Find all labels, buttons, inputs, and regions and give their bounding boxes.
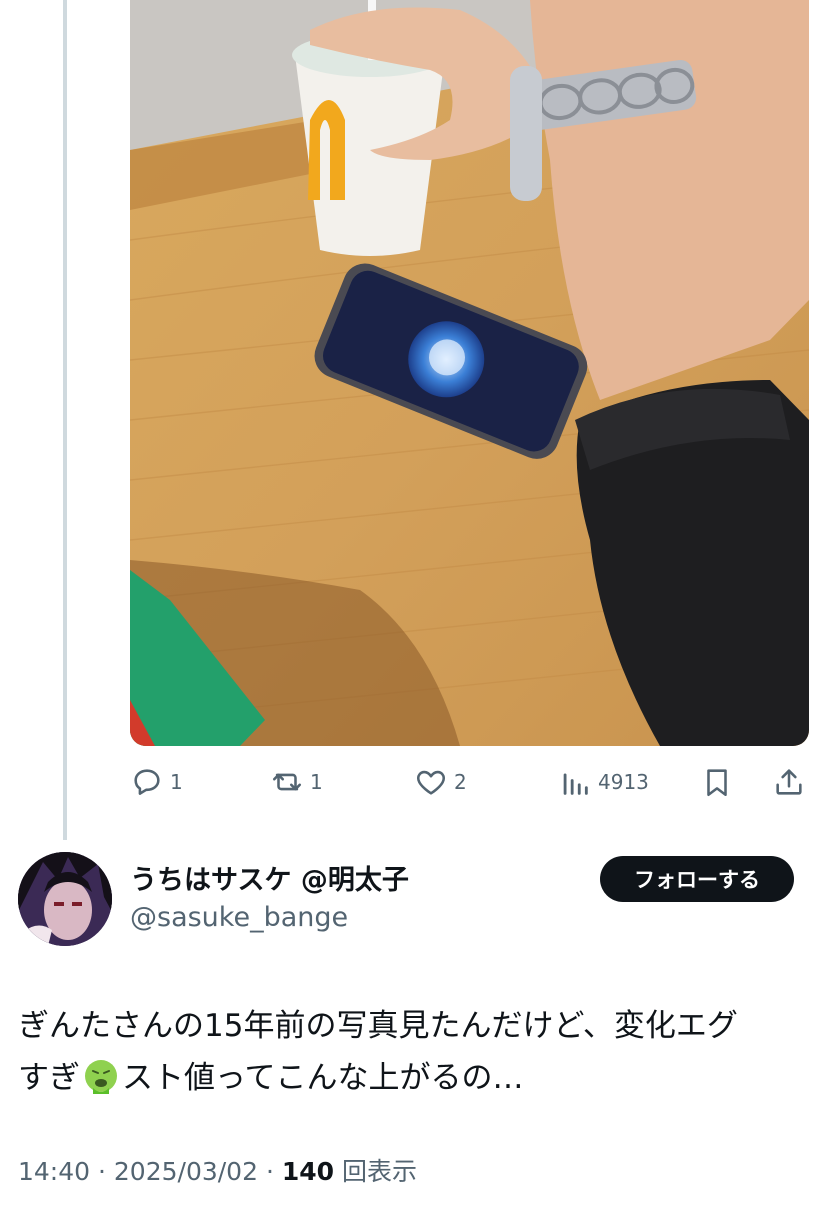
views-button[interactable]: 4913 (558, 760, 649, 804)
reply-icon (134, 769, 160, 795)
bookmark-icon (707, 769, 727, 797)
tweet-text-line-2: すぎ スト値ってこんな上がるの… (18, 1052, 813, 1104)
tweet-text-line-1: ぎんたさんの15年前の写真見たんだけど、変化エグ (18, 1008, 738, 1044)
tweet-meta: 14:40 · 2025/03/02 · 140 回表示 (18, 1152, 417, 1188)
heart-icon (417, 770, 445, 795)
tweet-text-before-emoji: すぎ (18, 1060, 80, 1096)
author-handle[interactable]: @sasuke_bange (130, 902, 348, 933)
view-count: 4913 (598, 770, 649, 794)
follow-button[interactable]: フォローする (600, 856, 794, 902)
tweet-time[interactable]: 14:40 (18, 1157, 90, 1186)
reply-count: 1 (170, 770, 183, 794)
thread-connector-line (63, 0, 67, 840)
tweet-photo[interactable] (130, 0, 809, 746)
views-chart-icon (563, 773, 588, 795)
retweet-count: 1 (310, 770, 323, 794)
author-avatar[interactable] (18, 852, 112, 946)
avatar-image (18, 852, 112, 946)
photo-illustration (130, 0, 809, 746)
tweet-text-after-emoji: スト値ってこんな上がるの… (122, 1060, 524, 1096)
share-icon (776, 769, 802, 795)
tweet-action-bar: 1 1 2 4913 (0, 760, 828, 804)
like-count: 2 (454, 770, 467, 794)
retweet-icon (272, 773, 302, 791)
like-button[interactable]: 2 (414, 760, 467, 804)
nauseated-face-icon (85, 1060, 117, 1094)
views-label: 回表示 (342, 1157, 418, 1186)
meta-separator: · (98, 1157, 106, 1186)
meta-separator: · (265, 1157, 274, 1186)
tweet-date[interactable]: 2025/03/02 (114, 1157, 258, 1186)
tweet-view-count: 140 (281, 1157, 335, 1186)
tweet-text: ぎんたさんの15年前の写真見たんだけど、変化エグ すぎ スト値ってこんな上がるの… (18, 1000, 813, 1104)
bookmark-button[interactable] (700, 760, 734, 804)
share-button[interactable] (772, 760, 806, 804)
retweet-button[interactable]: 1 (270, 760, 323, 804)
reply-button[interactable]: 1 (130, 760, 183, 804)
author-display-name[interactable]: うちはサスケ @明太子 (130, 858, 409, 897)
